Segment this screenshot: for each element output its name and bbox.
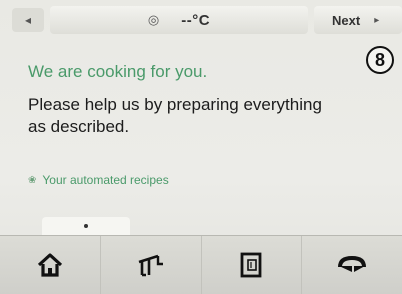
page-indicator-dot [84, 224, 88, 228]
cooking-screen: ◂ ◎ --°C Next ▸ 8 We are cooking for you… [0, 0, 402, 294]
turbo-icon [338, 255, 367, 272]
back-button[interactable]: ◂ [12, 8, 44, 32]
next-label: Next [332, 12, 361, 28]
top-bar: ◂ ◎ --°C Next ▸ [6, 6, 402, 34]
page-indicator-tab[interactable] [42, 217, 130, 235]
next-arrow-icon: ▸ [374, 14, 380, 26]
status-display[interactable]: ◎ --°C [50, 6, 308, 34]
recipes-link-label: Your automated recipes [42, 173, 169, 187]
back-arrow-icon: ◂ [24, 13, 32, 27]
recipe-book-icon [240, 252, 262, 278]
bottom-nav-bar [0, 235, 402, 294]
nav-scale-button[interactable] [101, 236, 202, 294]
recipe-icon: ❀ [28, 174, 37, 186]
step-number: 8 [374, 49, 385, 70]
next-button[interactable]: Next ▸ [314, 6, 402, 34]
home-icon [37, 253, 62, 277]
nav-home-button[interactable] [0, 236, 101, 294]
automated-recipes-link[interactable]: ❀ Your automated recipes [28, 173, 169, 187]
step-number-badge: 8 [366, 46, 394, 74]
nav-turbo-button[interactable] [302, 236, 402, 294]
temperature-display: --°C [181, 11, 211, 29]
nav-recipes-button[interactable] [202, 236, 303, 294]
scale-icon [138, 254, 163, 277]
timer-icon: ◎ [147, 12, 160, 27]
instruction-message: Please help us by preparing everything a… [28, 95, 322, 136]
page-title: We are cooking for you. [28, 62, 208, 81]
